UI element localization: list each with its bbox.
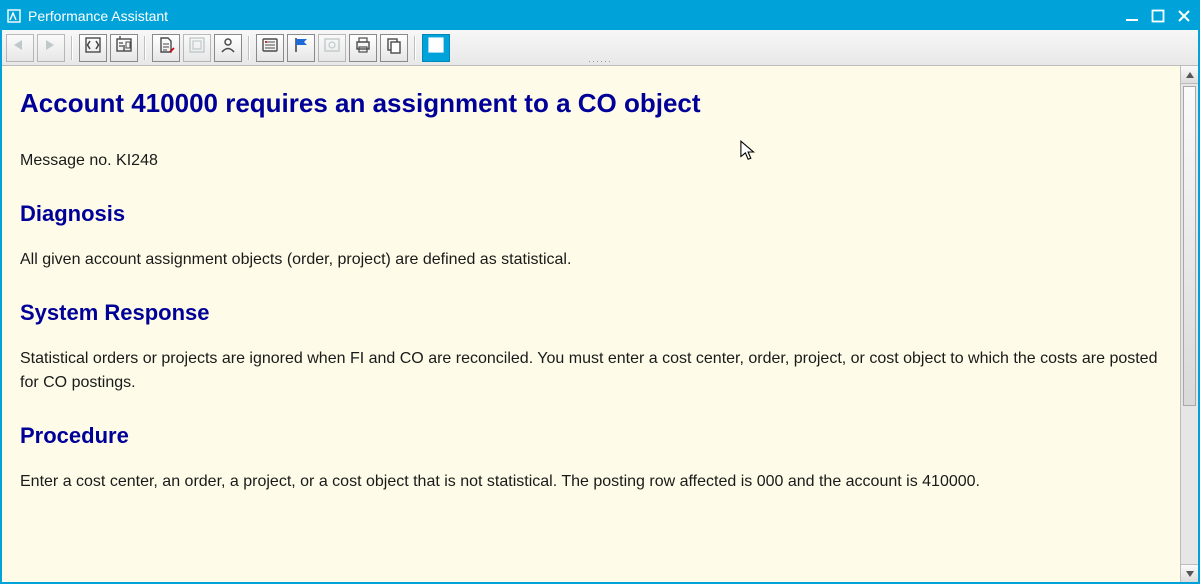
scroll-track[interactable] [1181,84,1198,564]
scroll-thumb[interactable] [1183,86,1196,406]
customizing-button [183,34,211,62]
toolbar-separator [414,36,416,60]
window-title: Performance Assistant [28,8,1122,24]
glossary-button[interactable] [256,34,284,62]
flag-button[interactable] [287,34,315,62]
tech-info-icon [115,36,133,59]
toolbar: ······ [2,30,1198,66]
person-icon [219,36,237,59]
app-icon [6,8,22,24]
titlebar[interactable]: Performance Assistant [2,2,1198,30]
personal-help-button[interactable] [214,34,242,62]
nav-forward-button [37,34,65,62]
help-doc-icon [157,36,175,59]
close-help-button[interactable] [422,34,450,62]
maximize-button[interactable] [1148,6,1168,26]
copy-icon [385,36,403,59]
arrows-in-box-icon [84,36,102,59]
print-icon [354,36,372,59]
content-wrap: Account 410000 requires an assignment to… [2,66,1198,582]
message-title: Account 410000 requires an assignment to… [20,84,1160,123]
scroll-up-button[interactable] [1181,66,1198,84]
system-response-heading: System Response [20,296,1160,329]
forward-arrow-icon [42,38,60,57]
toggle-nav-button[interactable] [79,34,107,62]
glossary-icon [261,36,279,59]
nav-back-button [6,34,34,62]
help-content: Account 410000 requires an assignment to… [2,66,1180,582]
vertical-scrollbar[interactable] [1180,66,1198,582]
window: Performance Assistant ······ Account 410… [0,0,1200,584]
minimize-button[interactable] [1122,6,1142,26]
application-help-button[interactable] [152,34,180,62]
customizing-icon [188,36,206,59]
close-x-icon [428,37,444,58]
toolbar-separator [144,36,146,60]
close-button[interactable] [1174,6,1194,26]
toolbar-separator [71,36,73,60]
tech-info-button[interactable] [110,34,138,62]
back-arrow-icon [11,38,29,57]
procedure-body: Enter a cost center, an order, a project… [20,470,1160,494]
procedure-heading: Procedure [20,419,1160,452]
more-help-button [318,34,346,62]
diagnosis-heading: Diagnosis [20,197,1160,230]
toolbar-separator [248,36,250,60]
flag-icon [292,36,310,59]
copy-button[interactable] [380,34,408,62]
scroll-down-button[interactable] [1181,564,1198,582]
more-help-icon [323,36,341,59]
print-button[interactable] [349,34,377,62]
system-response-body: Statistical orders or projects are ignor… [20,347,1160,395]
message-number: Message no. KI248 [20,149,1160,173]
toolbar-grip: ······ [588,57,612,65]
diagnosis-body: All given account assignment objects (or… [20,248,1160,272]
